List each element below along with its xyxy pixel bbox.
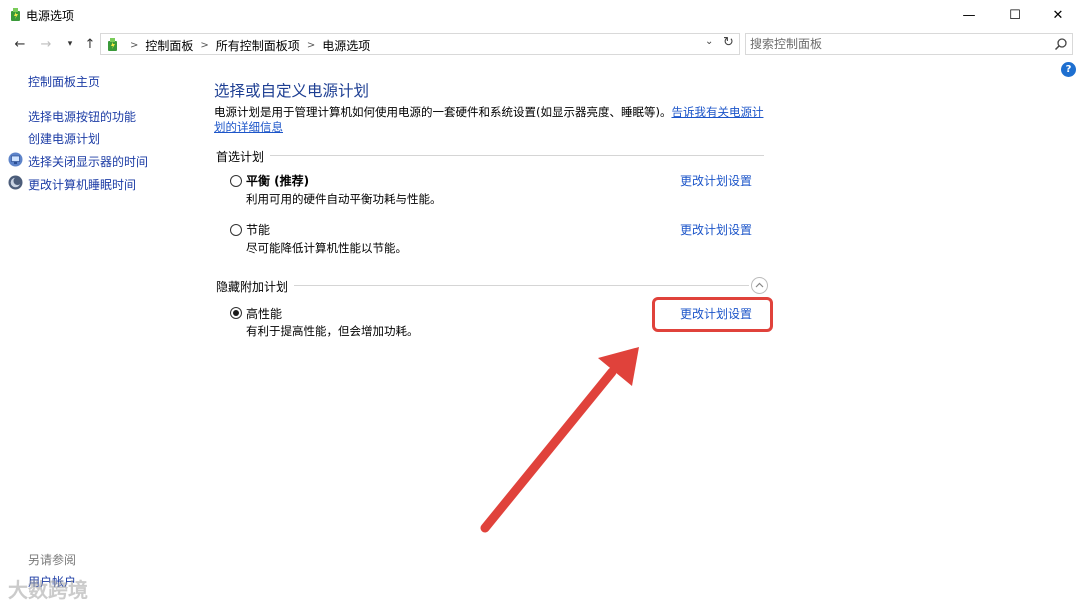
plan-radio-balanced[interactable] (230, 175, 242, 187)
chevron-right-icon: > (130, 40, 139, 51)
refresh-icon[interactable]: ↻ (723, 35, 734, 50)
monitor-icon (8, 152, 23, 167)
sidebar-item-display-off-time[interactable]: 选择关闭显示器的时间 (28, 153, 148, 170)
breadcrumb-all-items[interactable]: 所有控制面板项 (216, 37, 300, 54)
section-divider (294, 285, 749, 286)
maximize-button[interactable]: ☐ (992, 0, 1038, 30)
page-description: 电源计划是用于管理计算机如何使用电源的一套硬件和系统设置(如显示器亮度、睡眠等)… (214, 105, 774, 135)
see-also-heading: 另请参阅 (28, 553, 77, 567)
back-arrow-icon[interactable]: ← (10, 34, 30, 54)
up-arrow-icon[interactable]: ↑ (80, 34, 100, 54)
forward-arrow-icon[interactable]: → (36, 34, 56, 54)
collapse-chevron-up-icon[interactable] (751, 277, 768, 294)
power-options-icon (11, 8, 20, 21)
plan-desc-power-saver: 尽可能降低计算机性能以节能。 (246, 241, 407, 255)
plan-name-high-performance[interactable]: 高性能 (246, 305, 282, 322)
power-options-icon (108, 38, 117, 51)
breadcrumb-power-options[interactable]: 电源选项 (322, 37, 370, 54)
search-icon[interactable] (1054, 37, 1068, 51)
moon-icon (8, 175, 23, 190)
window-title: 电源选项 (26, 9, 75, 23)
chevron-up-icon (755, 282, 764, 288)
chevron-right-icon[interactable]: > (307, 40, 315, 51)
chevron-down-icon[interactable]: ⌄ (705, 36, 713, 47)
change-plan-settings-balanced-link[interactable]: 更改计划设置 (680, 172, 752, 189)
address-bar[interactable]: > 控制面板 > 所有控制面板项 > 电源选项 ⌄ ↻ (100, 33, 740, 55)
plan-radio-high-performance[interactable] (230, 307, 242, 319)
plan-name-balanced[interactable]: 平衡 (推荐) (246, 172, 309, 189)
navigation-bar: ← → ▾ ↑ > 控制面板 > 所有控制面板项 > 电源选项 ⌄ ↻ (0, 30, 1080, 58)
minimize-button[interactable]: — (946, 0, 992, 30)
page-title: 选择或自定义电源计划 (214, 82, 370, 100)
annotation-highlight-box (652, 297, 773, 332)
search-box[interactable] (745, 33, 1073, 55)
watermark-logo: 大数跨境 (8, 578, 88, 602)
plan-desc-high-performance: 有利于提高性能，但会增加功耗。 (246, 324, 419, 338)
hidden-plans-heading: 隐藏附加计划 (216, 280, 289, 294)
control-panel-home-link[interactable]: 控制面板主页 (28, 73, 100, 90)
close-button[interactable]: ✕ (1035, 0, 1080, 30)
title-bar: 电源选项 — ☐ ✕ (0, 0, 1080, 30)
sidebar-item-sleep-time[interactable]: 更改计算机睡眠时间 (28, 176, 136, 193)
help-icon[interactable]: ? (1061, 62, 1076, 77)
recent-locations-chevron-icon[interactable]: ▾ (60, 34, 80, 54)
chevron-right-icon[interactable]: > (200, 40, 208, 51)
plan-desc-balanced: 利用可用的硬件自动平衡功耗与性能。 (246, 192, 442, 206)
plan-radio-power-saver[interactable] (230, 224, 242, 236)
change-plan-settings-power-saver-link[interactable]: 更改计划设置 (680, 221, 752, 238)
sidebar-item-power-button[interactable]: 选择电源按钮的功能 (28, 108, 136, 125)
description-text: 电源计划是用于管理计算机如何使用电源的一套硬件和系统设置(如显示器亮度、睡眠等)… (214, 105, 672, 119)
breadcrumb-control-panel[interactable]: 控制面板 (145, 37, 193, 54)
task-pane: 控制面板主页 选择电源按钮的功能 创建电源计划 选择关闭显示器的时间 更改计算机… (0, 58, 195, 608)
search-input[interactable] (750, 36, 1040, 52)
section-divider (270, 155, 764, 156)
sidebar-item-create-plan[interactable]: 创建电源计划 (28, 130, 100, 147)
plan-name-power-saver[interactable]: 节能 (246, 221, 270, 238)
preferred-plans-heading: 首选计划 (216, 150, 265, 164)
breadcrumb: > 控制面板 > 所有控制面板项 > 电源选项 (123, 37, 370, 54)
